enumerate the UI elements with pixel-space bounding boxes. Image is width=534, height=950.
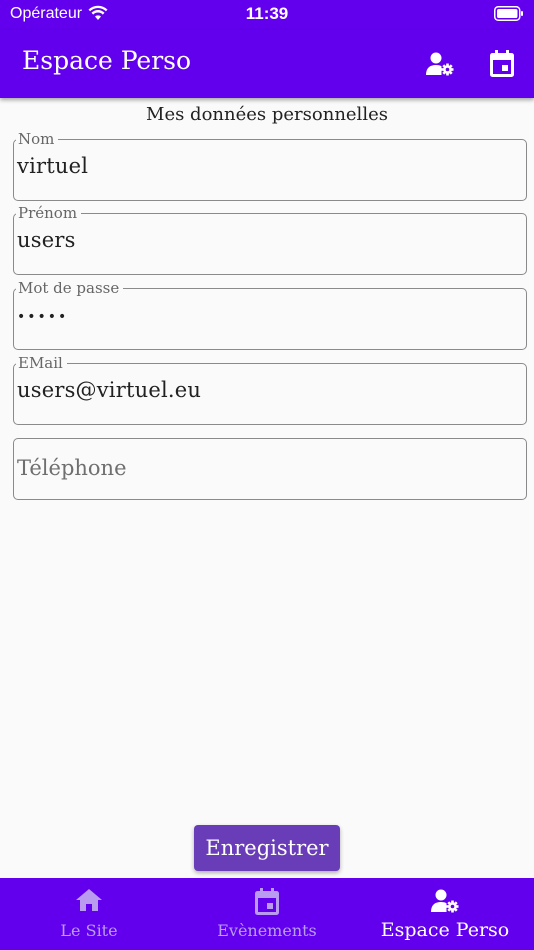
last-name-label: Nom	[16, 130, 59, 148]
calendar-icon	[255, 888, 279, 915]
nav-item-espace-perso[interactable]: Espace Perso	[356, 878, 534, 950]
status-time: 11:39	[245, 4, 289, 23]
password-field[interactable]: Mot de passe •••••	[13, 279, 527, 350]
nav-label-espace-perso: Espace Perso	[380, 919, 510, 941]
save-button[interactable]: Enregistrer	[194, 825, 340, 871]
person-settings-icon	[431, 889, 459, 913]
first-name-label: Prénom	[16, 204, 82, 222]
profile-settings-button[interactable]	[422, 46, 458, 82]
nav-item-le-site[interactable]: Le Site	[0, 878, 178, 950]
first-name-value: users	[17, 228, 76, 252]
phone-field[interactable]: Téléphone	[13, 438, 527, 500]
last-name-value: virtuel	[17, 154, 89, 178]
nav-label-le-site: Le Site	[60, 921, 118, 940]
status-bar: Opérateur 11:39	[0, 0, 534, 30]
nav-label-evenements: Evènements	[217, 921, 317, 940]
page-title: Espace Perso	[22, 46, 192, 75]
last-name-field[interactable]: Nom virtuel	[13, 130, 527, 201]
home-icon	[76, 889, 102, 911]
phone-placeholder: Téléphone	[17, 456, 127, 480]
email-value: users@virtuel.eu	[17, 378, 202, 402]
first-name-field[interactable]: Prénom users	[13, 204, 527, 275]
password-label: Mot de passe	[16, 279, 124, 297]
password-value: •••••	[17, 309, 69, 325]
app-bar: Espace Perso	[0, 30, 534, 98]
email-label: EMail	[16, 354, 67, 372]
section-title: Mes données personnelles	[146, 104, 388, 125]
nav-item-evenements[interactable]: Evènements	[178, 878, 356, 950]
battery-icon	[494, 6, 523, 21]
bottom-navigation: Le Site Evènements Espace Perso	[0, 878, 534, 950]
calendar-button[interactable]	[484, 46, 520, 82]
person-settings-icon	[426, 52, 454, 76]
calendar-icon	[490, 50, 514, 77]
email-field[interactable]: EMail users@virtuel.eu	[13, 354, 527, 425]
